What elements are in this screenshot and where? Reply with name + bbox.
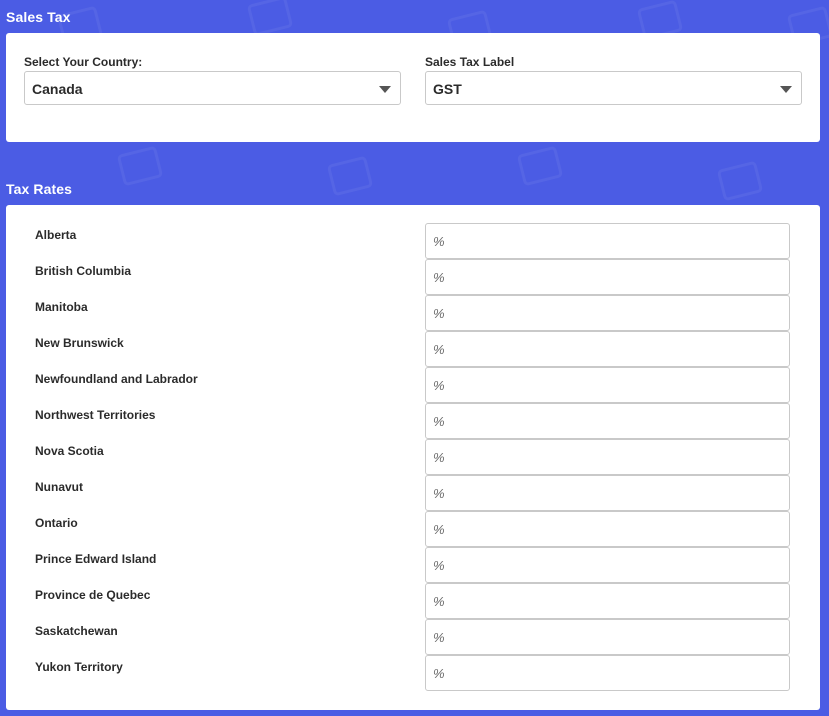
country-select[interactable]: Canada	[24, 71, 401, 105]
tax-rate-input[interactable]: %	[425, 331, 790, 367]
tax-rate-input[interactable]: %	[425, 403, 790, 439]
percent-icon: %	[433, 342, 445, 357]
tax-rate-input[interactable]: %	[425, 655, 790, 691]
province-label: Nunavut	[35, 480, 83, 494]
percent-icon: %	[433, 270, 445, 285]
tax-rate-input[interactable]: %	[425, 295, 790, 331]
province-label: Nova Scotia	[35, 444, 104, 458]
percent-icon: %	[433, 234, 445, 249]
tax-rate-input[interactable]: %	[425, 475, 790, 511]
percent-icon: %	[433, 414, 445, 429]
percent-icon: %	[433, 594, 445, 609]
province-label: Manitoba	[35, 300, 88, 314]
tax-rate-input[interactable]: %	[425, 367, 790, 403]
percent-icon: %	[433, 630, 445, 645]
tax-rate-input[interactable]: %	[425, 583, 790, 619]
province-label: New Brunswick	[35, 336, 124, 350]
percent-icon: %	[433, 450, 445, 465]
percent-icon: %	[433, 666, 445, 681]
chevron-down-icon	[379, 86, 391, 93]
percent-icon: %	[433, 558, 445, 573]
tax-label-label: Sales Tax Label	[425, 55, 515, 69]
country-label: Select Your Country:	[24, 55, 143, 69]
tax-rate-input[interactable]: %	[425, 511, 790, 547]
percent-icon: %	[433, 522, 445, 537]
tax-rate-input[interactable]: %	[425, 439, 790, 475]
tax-rate-input[interactable]: %	[425, 547, 790, 583]
province-label: Yukon Territory	[35, 660, 123, 674]
province-label: British Columbia	[35, 264, 132, 278]
province-label: Saskatchewan	[35, 624, 118, 638]
tax-rate-input[interactable]: %	[425, 223, 790, 259]
percent-icon: %	[433, 486, 445, 501]
tax-rates-card: Alberta% British Columbia% Manitoba% New Br…	[6, 205, 820, 710]
country-select-value: Canada	[32, 81, 83, 97]
sales-tax-title: Sales Tax	[6, 9, 71, 25]
province-label: Northwest Territories	[35, 408, 156, 422]
province-label: Ontario	[35, 516, 78, 530]
province-label: Alberta	[35, 228, 77, 242]
tax-label-select[interactable]: GST	[425, 71, 802, 105]
sales-tax-card: Select Your Country: Canada Sales Tax La…	[6, 33, 820, 142]
province-label: Province de Quebec	[35, 588, 151, 602]
province-label: Newfoundland and Labrador	[35, 372, 198, 386]
chevron-down-icon	[780, 86, 792, 93]
tax-rate-input[interactable]: %	[425, 619, 790, 655]
percent-icon: %	[433, 306, 445, 321]
province-label: Prince Edward Island	[35, 552, 157, 566]
tax-rates-title: Tax Rates	[6, 181, 73, 197]
tax-rate-input[interactable]: %	[425, 259, 790, 295]
percent-icon: %	[433, 378, 445, 393]
tax-label-select-value: GST	[433, 81, 462, 97]
